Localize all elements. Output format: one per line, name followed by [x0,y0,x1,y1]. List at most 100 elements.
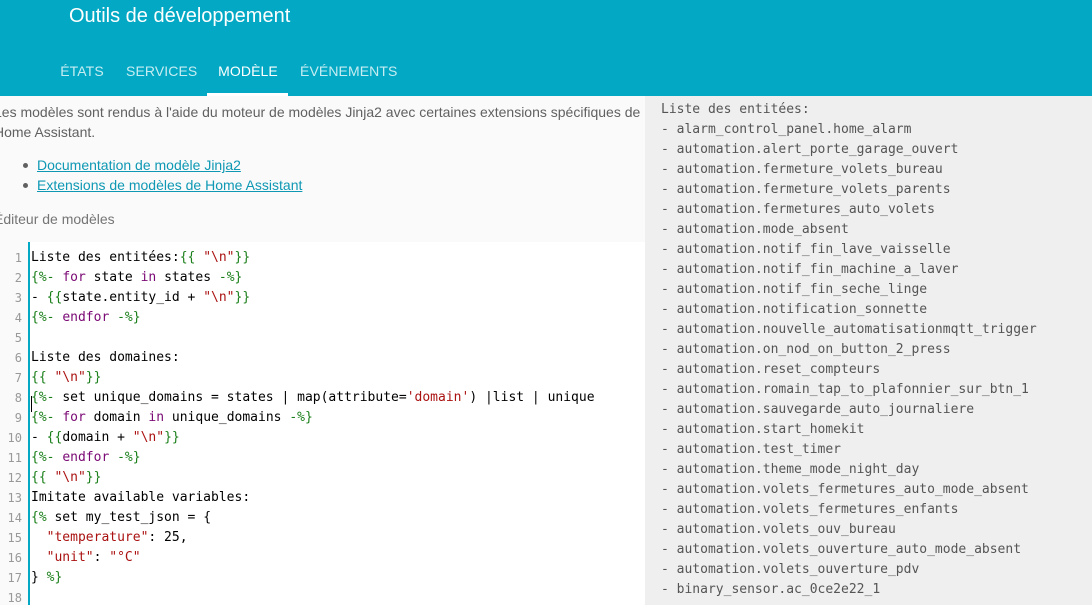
line-number: 3 [14,291,22,305]
code-text: "unit": "°C" [31,548,141,568]
result-line: - automation.test_timer [661,442,842,457]
code-text: {%- for state in states -%} [31,268,242,288]
code-token: unique_domains [164,410,290,425]
code-text: } %} [31,568,62,588]
result-line: - automation.notif_fin_lave_vaisselle [661,242,951,257]
result-line: - automation.fermetures_auto_volets [661,202,935,217]
result-line: - automation.nouvelle_automatisationmqtt… [661,322,1037,337]
line-number: 1 [14,251,22,265]
line-number: 12 [7,471,22,485]
result-line: - automation.on_nod_on_button_2_press [661,342,951,357]
page-title: Outils de développement [69,5,291,27]
code-token: "temperature" [46,530,149,545]
result-line: - automation.volets_ouverture_auto_mode_… [661,542,1022,557]
result-line: - automation.theme_mode_night_day [661,462,920,477]
code-text: - {{domain + "\n"}} [31,428,180,448]
tab-services[interactable]: SERVICES [126,48,197,96]
code-text: Imitate available variables: [31,488,250,508]
code-line[interactable]: 17 } %} [0,568,645,588]
result-line: - alarm_control_panel.home_alarm [661,122,912,137]
code-token: Imitate available variables: [31,490,251,505]
code-text: "temperature": 25, [31,528,188,548]
code-line[interactable]: 6 Liste des domaines: [0,348,645,368]
code-text: {%- for domain in unique_domains -%} [31,408,313,428]
code-token: domain [85,410,149,425]
line-number: 5 [14,331,22,345]
code-line[interactable]: 18 [0,588,645,605]
list-item: Documentation de modèle Jinja2 [23,155,288,175]
code-line[interactable]: 10 - {{domain + "\n"}} [0,428,645,448]
line-number: 17 [7,571,22,585]
code-token: Liste des entitées: [31,250,180,265]
code-token: set my_test_json = { [54,510,212,525]
code-line[interactable]: 13 Imitate available variables: [0,488,645,508]
code-line[interactable]: 4 {%- endfor -%} [0,308,645,328]
result-line: - automation.volets_ouverture_pdv [661,562,920,577]
code-text: {%- set unique_domains = states | map(at… [31,388,595,408]
code-line[interactable]: 12 {{ "\n"}} [0,468,645,488]
tab-template[interactable]: MODÈLE [216,48,280,96]
code-line[interactable]: 2 {%- for state in states -%} [0,268,645,288]
code-token: 'domain' [406,390,470,405]
result-line: - automation.reset_compteurs [661,362,881,377]
code-token: }} [164,430,180,445]
code-line[interactable]: 3 - {{state.entity_id + "\n"}} [0,288,645,308]
tab-states[interactable]: ÉTATS [58,48,106,96]
line-number: 6 [14,351,22,365]
code-text: {% set my_test_json = { [31,508,211,528]
code-text: {{ "\n"}} [31,368,101,388]
code-token: Liste des domaines: [31,350,180,365]
code-line[interactable]: 5 [0,328,645,348]
code-text: {%- endfor -%} [31,448,141,468]
ha-extensions-link[interactable]: Extensions de modèles de Home Assistant [37,177,302,193]
code-line[interactable]: 8 {%- set unique_domains = states | map(a… [0,388,645,408]
line-number: 2 [14,271,22,285]
code-line[interactable]: 7 {{ "\n"}} [0,368,645,388]
code-token: {%- [31,390,63,405]
code-line[interactable]: 1 Liste des entitées:{{ "\n"}} [0,248,645,268]
code-line[interactable]: 9 {%- for domain in unique_domains -%} [0,408,645,428]
code-token: {{ [31,470,55,485]
result-line: - automation.volets_fermetures_enfants [661,502,959,517]
result-line: - automation.start_homekit [661,422,865,437]
code-token: -%} [109,310,141,325]
result-line: - automation.romain_tap_to_plafonnier_su… [661,382,1029,397]
code-token: domain + [62,430,133,445]
code-token: ) |list | unique [469,390,595,405]
code-text: - {{state.entity_id + "\n"}} [31,288,250,308]
result-line: - automation.volets_ouv_bureau [661,522,896,537]
result-line: - automation.notif_fin_machine_a_laver [661,262,959,277]
tab-bar: ÉTATS SERVICES MODÈLE ÉVÉNEMENTS [0,48,600,96]
code-token: }} [234,250,251,265]
line-number: 9 [14,411,22,425]
list-item: Extensions de modèles de Home Assistant [23,175,302,195]
line-number: 10 [7,431,22,445]
code-token: {%- [31,270,63,285]
code-text: {%- endfor -%} [31,308,141,328]
template-editor[interactable]: 1 Liste des entitées: {{ "\n"}} 2 {%- for st… [0,242,645,605]
code-token: {{ [179,250,204,265]
tab-events[interactable]: ÉVÉNEMENTS [300,48,397,96]
code-token: endfor [62,310,110,325]
jinja2-doc-link[interactable]: Documentation de modèle Jinja2 [37,157,241,173]
code-token: }} [234,290,251,305]
line-number: 16 [7,551,22,565]
code-line[interactable]: 15 "temperature": 25, [0,528,645,548]
code-line[interactable]: 16 "unit": "°C" [0,548,645,568]
code-text: {{ "\n"}} [31,468,101,488]
line-number: 15 [7,531,22,545]
code-token: endfor [62,450,110,465]
code-token: set unique_domains = states | map(attrib… [62,390,407,405]
line-number: 4 [14,311,22,325]
result-line: - automation.alert_porte_garage_ouvert [661,142,959,157]
code-line[interactable]: 11 {%- endfor -%} [0,448,645,468]
code-token: -%} [289,410,313,425]
code-token: "°C" [109,550,141,565]
code-token: : 25, [148,530,188,545]
line-number: 7 [14,371,22,385]
result-line: - automation.notif_fin_seche_linge [661,282,928,297]
code-line[interactable]: 14 {% set my_test_json = { [0,508,645,528]
code-token: for [62,410,86,425]
